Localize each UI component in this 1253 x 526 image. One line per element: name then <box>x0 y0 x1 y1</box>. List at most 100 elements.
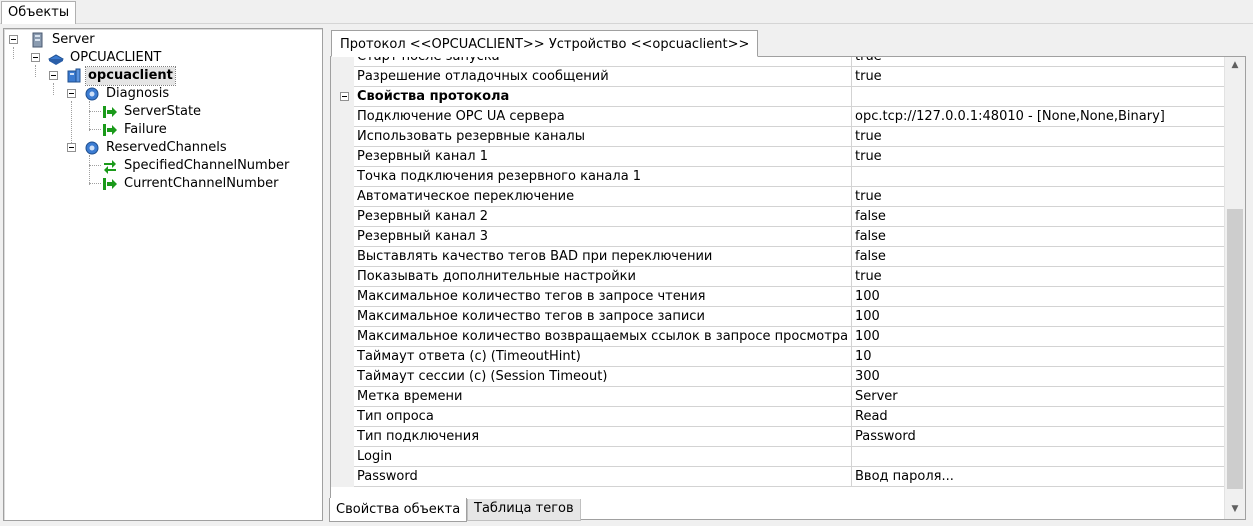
collapse-icon[interactable] <box>67 89 76 98</box>
property-row[interactable]: Таймаут ответа (с) (TimeoutHint) 10 <box>331 347 1224 367</box>
row-gutter <box>331 387 354 407</box>
property-row[interactable]: Автоматическое переключение true <box>331 187 1224 207</box>
tab-tag-table[interactable]: Таблица тегов <box>467 499 581 521</box>
tree-node-diagnosis[interactable]: Diagnosis <box>4 85 304 103</box>
property-row[interactable]: Login <box>331 447 1224 467</box>
row-gutter <box>331 447 354 467</box>
property-value[interactable]: true <box>852 187 1224 207</box>
property-value[interactable]: opc.tcp://127.0.0.1:48010 - [None,None,B… <box>852 107 1224 127</box>
property-row[interactable]: Показывать дополнительные настройки true <box>331 267 1224 287</box>
row-gutter <box>331 287 354 307</box>
property-value <box>852 87 1224 107</box>
property-name: Тип опроса <box>354 407 852 427</box>
tab-object-properties[interactable]: Свойства объекта <box>329 498 468 522</box>
row-gutter <box>331 367 354 387</box>
property-row[interactable]: Тип опроса Read <box>331 407 1224 427</box>
tree-node-server[interactable]: Server <box>4 31 304 49</box>
property-name: Резервный канал 3 <box>354 227 852 247</box>
property-row[interactable]: Тип подключения Password <box>331 427 1224 447</box>
property-value[interactable]: 300 <box>852 367 1224 387</box>
tree-node-opcuaclient-protocol[interactable]: OPCUACLIENT <box>4 49 304 67</box>
property-row[interactable]: Password Ввод пароля... <box>331 467 1224 487</box>
tree-label-diagnosis: Diagnosis <box>106 86 170 101</box>
property-value[interactable]: true <box>852 147 1224 167</box>
property-row[interactable]: Выставлять качество тегов BAD при перекл… <box>331 247 1224 267</box>
tab-protocol-device[interactable]: Протокол <<OPCUACLIENT>> Устройство <<op… <box>331 30 759 57</box>
row-gutter <box>331 67 354 87</box>
row-gutter <box>331 87 354 107</box>
collapse-icon[interactable] <box>67 143 76 152</box>
property-name: Использовать резервные каналы <box>354 127 852 147</box>
scroll-up-icon[interactable]: ▲ <box>1225 57 1245 74</box>
tag-arrow-icon <box>103 106 117 118</box>
property-value[interactable]: false <box>852 247 1224 267</box>
property-row[interactable]: Максимальное количество возвращаемых ссы… <box>331 327 1224 347</box>
tree-node-specifiedchannelnumber[interactable]: SpecifiedChannelNumber <box>4 157 304 175</box>
property-row[interactable]: Максимальное количество тегов в запросе … <box>331 307 1224 327</box>
collapse-icon[interactable] <box>340 92 349 101</box>
tree-node-serverstate[interactable]: ServerState <box>4 103 304 121</box>
property-value[interactable]: false <box>852 227 1224 247</box>
collapse-icon[interactable] <box>9 35 18 44</box>
property-name: Автоматическое переключение <box>354 187 852 207</box>
property-value[interactable]: true <box>852 267 1224 287</box>
property-value[interactable]: true <box>852 127 1224 147</box>
property-row[interactable]: Старт после запускаtrue <box>331 57 1224 67</box>
tree-label-currentchannelnumber: CurrentChannelNumber <box>124 176 279 191</box>
property-name: Тип подключения <box>354 427 852 447</box>
property-value[interactable]: Password <box>852 427 1224 447</box>
tree-label-opcuaclient-device: opcuaclient <box>85 66 176 86</box>
property-value[interactable]: 100 <box>852 307 1224 327</box>
row-gutter <box>331 307 354 327</box>
row-gutter <box>331 187 354 207</box>
tree-node-failure[interactable]: Failure <box>4 121 304 139</box>
property-value[interactable]: false <box>852 207 1224 227</box>
property-row[interactable]: Резервный канал 1 true <box>331 147 1224 167</box>
property-value[interactable]: Ввод пароля... <box>852 467 1224 487</box>
property-name: Подключение OPC UA сервера <box>354 107 852 127</box>
property-value[interactable]: true <box>852 57 1224 67</box>
property-row[interactable]: Точка подключения резервного канала 1 <box>331 167 1224 187</box>
property-value[interactable]: 100 <box>852 327 1224 347</box>
property-value[interactable]: true <box>852 67 1224 87</box>
scrollbar-thumb[interactable] <box>1227 209 1243 489</box>
collapse-icon[interactable] <box>49 71 58 80</box>
row-gutter <box>331 227 354 247</box>
property-value[interactable]: 10 <box>852 347 1224 367</box>
device-icon <box>67 68 81 83</box>
category-label: Свойства протокола <box>354 87 852 107</box>
row-gutter <box>331 107 354 127</box>
property-row[interactable]: Разрешение отладочных сообщений true <box>331 67 1224 87</box>
property-row[interactable]: Метка времени Server <box>331 387 1224 407</box>
property-value[interactable]: 100 <box>852 287 1224 307</box>
property-value[interactable]: Read <box>852 407 1224 427</box>
property-row[interactable]: Резервный канал 2 false <box>331 207 1224 227</box>
property-grid[interactable]: Старт после запускаtrueРазрешение отладо… <box>331 57 1224 519</box>
collapse-icon[interactable] <box>31 53 40 62</box>
property-row[interactable]: Использовать резервные каналы true <box>331 127 1224 147</box>
row-gutter <box>331 467 354 487</box>
tree-node-opcuaclient-device[interactable]: opcuaclient <box>4 66 304 86</box>
vertical-scrollbar[interactable]: ▲ ▼ <box>1224 57 1245 519</box>
tree-label-failure: Failure <box>124 122 167 137</box>
folder-gear-icon <box>85 141 99 155</box>
row-gutter <box>331 327 354 347</box>
property-row[interactable]: Таймаут сессии (с) (Session Timeout) 300 <box>331 367 1224 387</box>
property-category-row[interactable]: Свойства протокола <box>331 87 1224 107</box>
property-value[interactable] <box>852 167 1224 187</box>
property-name: Метка времени <box>354 387 852 407</box>
tag-arrow-icon <box>103 124 117 136</box>
property-name: Login <box>354 447 852 467</box>
tree-label-reservedchannels: ReservedChannels <box>106 140 227 155</box>
tree-node-currentchannelnumber[interactable]: CurrentChannelNumber <box>4 175 304 193</box>
tab-objects[interactable]: Объекты <box>1 1 77 24</box>
property-name: Password <box>354 467 852 487</box>
property-row[interactable]: Резервный канал 3 false <box>331 227 1224 247</box>
object-tree[interactable]: Server OPCUACLIENT opcuaclient Diagnosis <box>3 28 323 521</box>
tree-node-reservedchannels[interactable]: ReservedChannels <box>4 139 304 157</box>
bottom-tabbar: Свойства объекта Таблица тегов <box>327 498 1250 522</box>
property-row[interactable]: Максимальное количество тегов в запросе … <box>331 287 1224 307</box>
property-value[interactable]: Server <box>852 387 1224 407</box>
property-row[interactable]: Подключение OPC UA сервера opc.tcp://127.… <box>331 107 1224 127</box>
property-value[interactable] <box>852 447 1224 467</box>
